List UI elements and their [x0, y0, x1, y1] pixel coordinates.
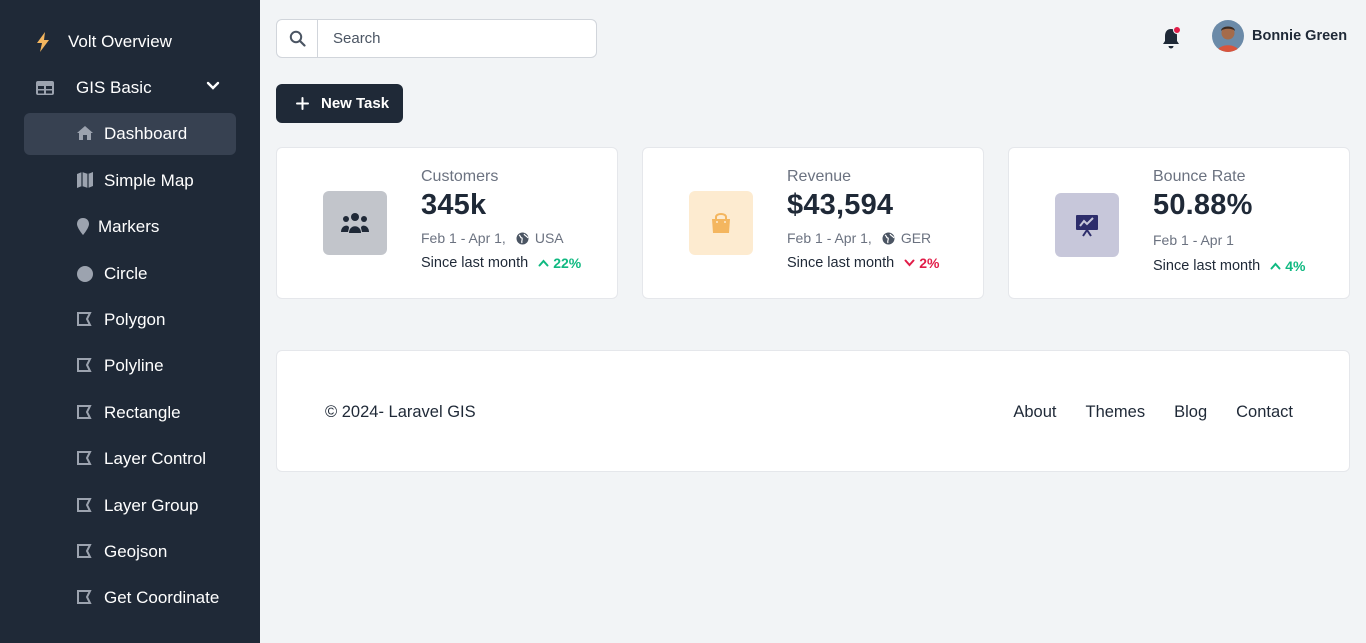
card-value: 50.88%: [1153, 189, 1253, 221]
avatar: [1212, 20, 1244, 52]
marker-icon: [76, 218, 94, 236]
user-menu[interactable]: Bonnie Green: [1212, 20, 1347, 52]
shape-icon: [76, 404, 94, 422]
sidebar-item-rectangle[interactable]: Rectangle: [24, 392, 236, 434]
card-region: GER: [900, 230, 932, 246]
footer-copyright: © 2024- Laravel GIS: [325, 403, 476, 421]
plus-icon: [296, 97, 309, 110]
sidebar-item-polygon[interactable]: Polygon: [24, 299, 236, 341]
lightning-icon: [36, 32, 56, 52]
footer-link-contact[interactable]: Contact: [1236, 403, 1293, 422]
shape-icon: [76, 357, 94, 375]
card-title: Revenue: [787, 168, 852, 185]
card-meta: Feb 1 - Apr 1, GER: [787, 230, 939, 246]
sidebar-item-simple-map[interactable]: Simple Map: [24, 160, 236, 202]
card-period: Feb 1 - Apr 1,: [787, 230, 872, 246]
sidebar-group-gis-basic[interactable]: GIS Basic: [36, 76, 224, 100]
sidebar-item-polyline[interactable]: Polyline: [24, 345, 236, 387]
sidebar: Volt Overview GIS Basic Dashboard Simple…: [0, 0, 260, 643]
revenue-tile: [689, 191, 753, 255]
card-region: USA: [534, 230, 564, 246]
card-since: Since last month 4%: [1153, 258, 1305, 274]
presentation-chart-icon: [1076, 215, 1098, 237]
sidebar-item-label: Circle: [104, 264, 148, 283]
card-value: $43,594: [787, 189, 894, 221]
footer: © 2024- Laravel GIS About Themes Blog Co…: [276, 350, 1350, 472]
new-task-label: New Task: [321, 95, 390, 112]
shape-icon: [76, 543, 94, 561]
sidebar-item-label: Geojson: [104, 542, 168, 561]
users-icon: [341, 213, 369, 233]
sidebar-group-label: GIS Basic: [76, 78, 152, 97]
card-since-label: Since last month: [787, 255, 895, 271]
sidebar-item-label: Dashboard: [104, 124, 188, 143]
bounce-rate-tile: [1055, 193, 1119, 257]
card-title: Customers: [421, 168, 499, 185]
card-delta-value: 22%: [553, 255, 582, 271]
sidebar-item-label: Simple Map: [104, 171, 194, 190]
card-since-label: Since last month: [421, 255, 529, 271]
shape-icon: [76, 450, 94, 468]
sidebar-item-label: Layer Control: [104, 449, 207, 468]
search-bar: [276, 19, 597, 58]
card-title: Bounce Rate: [1153, 168, 1246, 185]
shape-icon: [76, 497, 94, 515]
sidebar-item-label: Polyline: [104, 356, 164, 375]
shape-icon: [76, 589, 94, 607]
stat-card-revenue: Revenue $43,594 Feb 1 - Apr 1, GER Since…: [642, 147, 984, 299]
map-icon: [76, 172, 94, 190]
brand-label: Volt Overview: [68, 32, 172, 51]
chevron-down-icon: [904, 259, 915, 267]
notification-bell[interactable]: [1160, 26, 1182, 51]
sidebar-item-label: Markers: [98, 217, 160, 236]
chevron-up-icon: [538, 259, 549, 267]
sidebar-item-layer-group[interactable]: Layer Group: [24, 485, 236, 527]
customers-tile: [323, 191, 387, 255]
new-task-button[interactable]: New Task: [276, 84, 403, 123]
home-icon: [76, 125, 94, 143]
sidebar-item-get-coordinate[interactable]: Get Coordinate: [24, 577, 236, 619]
card-since: Since last month 2%: [787, 255, 939, 271]
globe-icon: [882, 232, 895, 245]
footer-link-about[interactable]: About: [1013, 403, 1056, 422]
user-name: Bonnie Green: [1252, 28, 1348, 44]
sidebar-item-label: Polygon: [104, 310, 166, 329]
circle-icon: [76, 265, 94, 283]
brand-link[interactable]: Volt Overview: [36, 30, 172, 54]
sidebar-item-geojson[interactable]: Geojson: [24, 531, 236, 573]
globe-icon: [516, 232, 529, 245]
sidebar-item-markers[interactable]: Markers: [24, 206, 236, 248]
sidebar-item-layer-control[interactable]: Layer Control: [24, 438, 236, 480]
card-meta: Feb 1 - Apr 1: [1153, 232, 1305, 248]
card-delta: 2%: [904, 255, 939, 271]
sidebar-item-label: Get Coordinate: [104, 588, 220, 607]
table-icon: [36, 81, 56, 95]
card-delta-value: 2%: [919, 255, 940, 271]
card-period: Feb 1 - Apr 1: [1153, 232, 1234, 248]
shopping-bag-icon: [712, 213, 730, 233]
search-icon[interactable]: [277, 20, 318, 57]
card-since: Since last month 22%: [421, 255, 581, 271]
footer-links: About Themes Blog Contact: [984, 403, 1293, 422]
footer-link-themes[interactable]: Themes: [1085, 403, 1145, 422]
card-since-label: Since last month: [1153, 258, 1261, 274]
chevron-up-icon: [1270, 262, 1281, 270]
search-input[interactable]: [318, 20, 596, 57]
card-meta: Feb 1 - Apr 1, USA: [421, 230, 581, 246]
card-delta-value: 4%: [1285, 258, 1306, 274]
stat-card-bounce-rate: Bounce Rate 50.88% Feb 1 - Apr 1 Since l…: [1008, 147, 1350, 299]
card-period: Feb 1 - Apr 1,: [421, 230, 506, 246]
sidebar-item-dashboard[interactable]: Dashboard: [24, 113, 236, 155]
card-value: 345k: [421, 189, 487, 221]
card-delta: 4%: [1270, 258, 1305, 274]
card-delta: 22%: [538, 255, 581, 271]
sidebar-item-label: Rectangle: [104, 403, 181, 422]
chevron-down-icon: [206, 81, 220, 91]
shape-icon: [76, 311, 94, 329]
stat-card-customers: Customers 345k Feb 1 - Apr 1, USA Since …: [276, 147, 618, 299]
notification-dot: [1173, 26, 1181, 34]
footer-link-blog[interactable]: Blog: [1174, 403, 1207, 422]
sidebar-item-label: Layer Group: [104, 496, 199, 515]
sidebar-item-circle[interactable]: Circle: [24, 253, 236, 295]
